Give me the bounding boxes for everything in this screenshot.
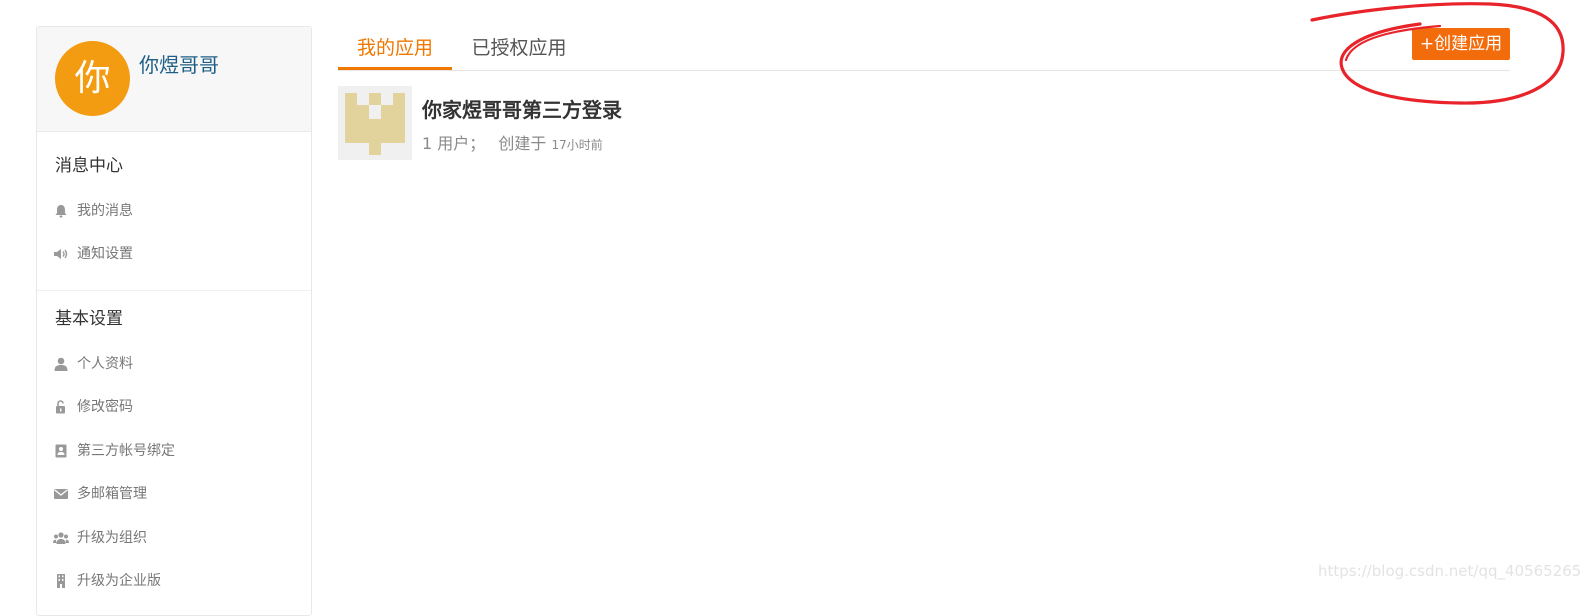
- bell-icon: [55, 205, 67, 218]
- tab-authorized-apps[interactable]: 已授权应用: [456, 28, 582, 68]
- section-title-basic-settings: 基本设置: [55, 309, 123, 329]
- unlock-icon: [56, 400, 65, 414]
- create-app-button[interactable]: +创建应用: [1412, 28, 1510, 60]
- profile-header: 你 你煜哥哥: [37, 27, 311, 132]
- app-created-time: 17小时前: [551, 138, 603, 152]
- envelope-icon: [54, 489, 68, 499]
- section-title-messages: 消息中心: [55, 156, 123, 176]
- menu-item-label: 第三方帐号绑定: [77, 443, 175, 459]
- tab-my-apps[interactable]: 我的应用: [338, 28, 452, 70]
- menu-item-multi-email[interactable]: 多邮箱管理: [37, 483, 311, 505]
- menu-item-label: 通知设置: [77, 246, 133, 262]
- app-name[interactable]: 你家煜哥哥第三方登录: [422, 94, 622, 123]
- watermark: https://blog.csdn.net/qq_40565265: [1318, 562, 1582, 580]
- app-created-prefix: 创建于: [498, 134, 547, 153]
- menu-item-upgrade-enterprise[interactable]: 升级为企业版: [37, 570, 311, 592]
- app-user-count: 1 用户；: [422, 134, 486, 153]
- app-meta: 1 用户； 创建于 17小时前: [422, 130, 603, 154]
- menu-item-notification-settings[interactable]: 通知设置: [37, 243, 311, 265]
- app-list-item[interactable]: 你家煜哥哥第三方登录 1 用户； 创建于 17小时前: [338, 86, 938, 162]
- menu-item-label: 我的消息: [77, 203, 133, 219]
- menu-item-label: 升级为企业版: [77, 573, 161, 589]
- menu-item-label: 多邮箱管理: [77, 486, 147, 502]
- username[interactable]: 你煜哥哥: [139, 49, 219, 78]
- avatar[interactable]: 你: [55, 41, 130, 116]
- user-icon: [54, 357, 68, 371]
- building-icon: [57, 574, 65, 588]
- menu-item-profile[interactable]: 个人资料: [37, 353, 311, 375]
- menu-item-label: 个人资料: [77, 356, 133, 372]
- menu-item-change-password[interactable]: 修改密码: [37, 396, 311, 418]
- group-icon: [53, 532, 69, 544]
- menu-item-my-messages[interactable]: 我的消息: [37, 200, 311, 222]
- sidebar: 你 你煜哥哥 消息中心 我的消息 通知设置 基本设置 个人资料 修改密码 第三方…: [36, 26, 312, 616]
- menu-item-third-party-binding[interactable]: 第三方帐号绑定: [37, 440, 311, 462]
- menu-item-label: 升级为组织: [77, 530, 147, 546]
- menu-item-label: 修改密码: [77, 399, 133, 415]
- app-logo-image: [338, 86, 412, 160]
- menu-item-upgrade-organization[interactable]: 升级为组织: [37, 527, 311, 549]
- contact-card-icon: [55, 444, 67, 458]
- speaker-icon: [54, 249, 68, 259]
- app-tabs: 我的应用 已授权应用: [338, 28, 1510, 71]
